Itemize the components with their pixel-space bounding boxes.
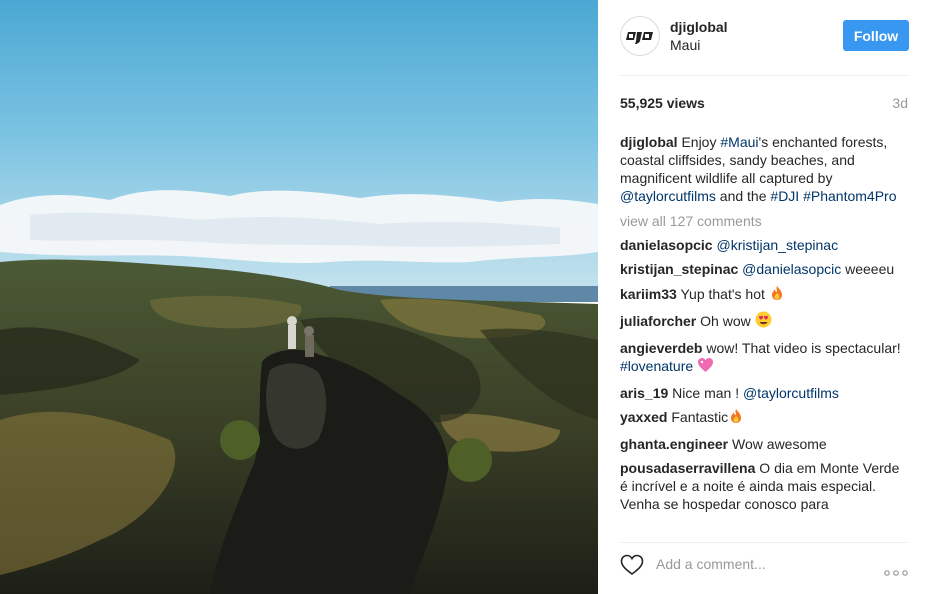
comment-item: yaxxed Fantastic	[620, 408, 910, 428]
comment-text: Nice man !	[672, 384, 743, 401]
comment-text: Oh wow	[700, 313, 755, 330]
post-header: djiglobal Maui Follow	[620, 16, 909, 76]
hashtag-phantom4pro[interactable]: #Phantom4Pro	[803, 188, 896, 204]
more-options-icon[interactable]	[884, 563, 908, 581]
comment-username[interactable]: juliaforcher	[620, 313, 696, 329]
fire-emoji-icon	[728, 408, 744, 428]
comment-item: angieverdeb wow! That video is spectacul…	[620, 339, 910, 377]
post-location[interactable]: Maui	[670, 36, 728, 54]
comment-username[interactable]: kristijan_stepinac	[620, 261, 738, 277]
comments-list: djiglobal Enjoy #Maui's enchanted forest…	[620, 133, 910, 520]
comment-username[interactable]: aris_19	[620, 385, 668, 401]
caption-text: Enjoy	[677, 134, 721, 150]
comment-username[interactable]: angieverdeb	[620, 340, 702, 356]
comment-item: pousadaserravillena O dia em Monte Verde…	[620, 459, 910, 513]
landscape-photo	[0, 0, 598, 594]
fire-emoji-icon	[769, 285, 785, 305]
comment-mention[interactable]: @kristijan_stepinac	[716, 237, 838, 253]
comment-text: Yup that's hot	[680, 285, 769, 302]
comment-text: Wow awesome	[732, 435, 827, 452]
comment-username[interactable]: yaxxed	[620, 409, 667, 425]
comment-hashtag[interactable]: #lovenature	[620, 358, 693, 374]
mention-taylorcutfilms[interactable]: @taylorcutfilms	[620, 188, 716, 204]
comment-item: kristijan_stepinac @danielasopcic weeeeu	[620, 260, 910, 278]
comment-item: danielasopcic @kristijan_stepinac	[620, 236, 910, 254]
post-age[interactable]: 3d	[892, 95, 908, 111]
post-details-panel: djiglobal Maui Follow 55,925 views 3d dj…	[598, 0, 931, 594]
comment-item: ghanta.engineer Wow awesome	[620, 435, 910, 453]
comment-item: kariim33 Yup that's hot	[620, 285, 910, 305]
comment-footer: Add a comment...	[620, 542, 908, 586]
caption: djiglobal Enjoy #Maui's enchanted forest…	[620, 133, 910, 205]
comment-text: Fantastic	[671, 409, 729, 426]
comment-item: juliaforcher Oh wow	[620, 311, 910, 332]
comment-mention[interactable]: @taylorcutfilms	[743, 385, 839, 401]
comment-username[interactable]: danielasopcic	[620, 237, 713, 253]
caption-text: and the	[715, 188, 771, 204]
post-media-image[interactable]	[0, 0, 598, 594]
heart-icon[interactable]	[620, 554, 644, 581]
comment-username[interactable]: kariim33	[620, 286, 677, 302]
hashtag-maui[interactable]: #Maui	[720, 134, 758, 150]
comment-text: wow! That video is spectacular!	[706, 339, 901, 356]
post-stats: 55,925 views 3d	[620, 95, 908, 115]
comment-text: weeeeu	[841, 261, 895, 278]
hashtag-dji[interactable]: #DJI	[770, 188, 799, 204]
add-comment-input[interactable]: Add a comment...	[656, 556, 766, 572]
comment-username[interactable]: pousadaserravillena	[620, 460, 755, 476]
follow-button[interactable]: Follow	[843, 20, 909, 51]
heart-eyes-emoji-icon	[755, 311, 772, 332]
view-all-comments-link[interactable]: view all 127 comments	[620, 212, 910, 230]
caption-username[interactable]: djiglobal	[620, 134, 678, 150]
views-count: 55,925 views	[620, 95, 705, 111]
comment-mention[interactable]: @danielasopcic	[742, 261, 841, 277]
dji-logo-icon[interactable]	[620, 16, 660, 56]
comment-item: aris_19 Nice man ! @taylorcutfilms	[620, 384, 910, 402]
sparkling-heart-emoji-icon	[697, 357, 714, 377]
post-username[interactable]: djiglobal	[670, 18, 728, 36]
comment-username[interactable]: ghanta.engineer	[620, 436, 728, 452]
